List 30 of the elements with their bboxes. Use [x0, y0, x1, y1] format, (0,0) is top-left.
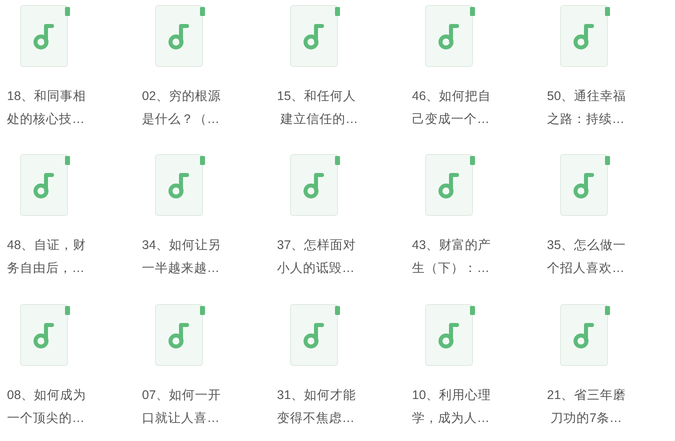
file-name[interactable]: 18、和同事相 处的核心技… [7, 85, 117, 131]
audio-file-icon [290, 5, 340, 67]
audio-file-icon [425, 154, 475, 216]
file-name[interactable]: 37、怎样面对 小人的诋毁… [277, 234, 387, 280]
file-name[interactable]: 48、自证，财 务自由后，… [7, 234, 117, 280]
audio-file-icon [20, 304, 70, 366]
file-name[interactable]: 43、财富的产 生（下）：… [412, 234, 522, 280]
file-name[interactable]: 21、省三年磨 刀功的7条… [547, 384, 657, 430]
file-name[interactable]: 50、通往幸福 之路：持续… [547, 85, 657, 131]
audio-file-icon [560, 5, 610, 67]
file-name[interactable]: 10、利用心理 学，成为人… [412, 384, 522, 430]
audio-file-icon [155, 304, 205, 366]
audio-file-icon [560, 304, 610, 366]
audio-file-icon [425, 304, 475, 366]
audio-file-icon [155, 5, 205, 67]
audio-file-icon [20, 154, 70, 216]
file-name[interactable]: 15、和任何人 建立信任的… [277, 85, 387, 131]
file-name[interactable]: 31、如何才能 变得不焦虑… [277, 384, 387, 430]
audio-file-icon [290, 304, 340, 366]
audio-file-icon [560, 154, 610, 216]
audio-file-icon [20, 5, 70, 67]
audio-file-icon [290, 154, 340, 216]
file-name[interactable]: 07、如何一开 口就让人喜… [142, 384, 252, 430]
file-name[interactable]: 02、穷的根源 是什么？（… [142, 85, 252, 131]
audio-file-icon [425, 5, 475, 67]
file-name[interactable]: 34、如何让另 一半越来越… [142, 234, 252, 280]
file-name[interactable]: 08、如何成为 一个顶尖的… [7, 384, 117, 430]
file-name[interactable]: 35、怎么做一 个招人喜欢… [547, 234, 657, 280]
file-name[interactable]: 46、如何把自 己变成一个… [412, 85, 522, 131]
audio-file-icon [155, 154, 205, 216]
